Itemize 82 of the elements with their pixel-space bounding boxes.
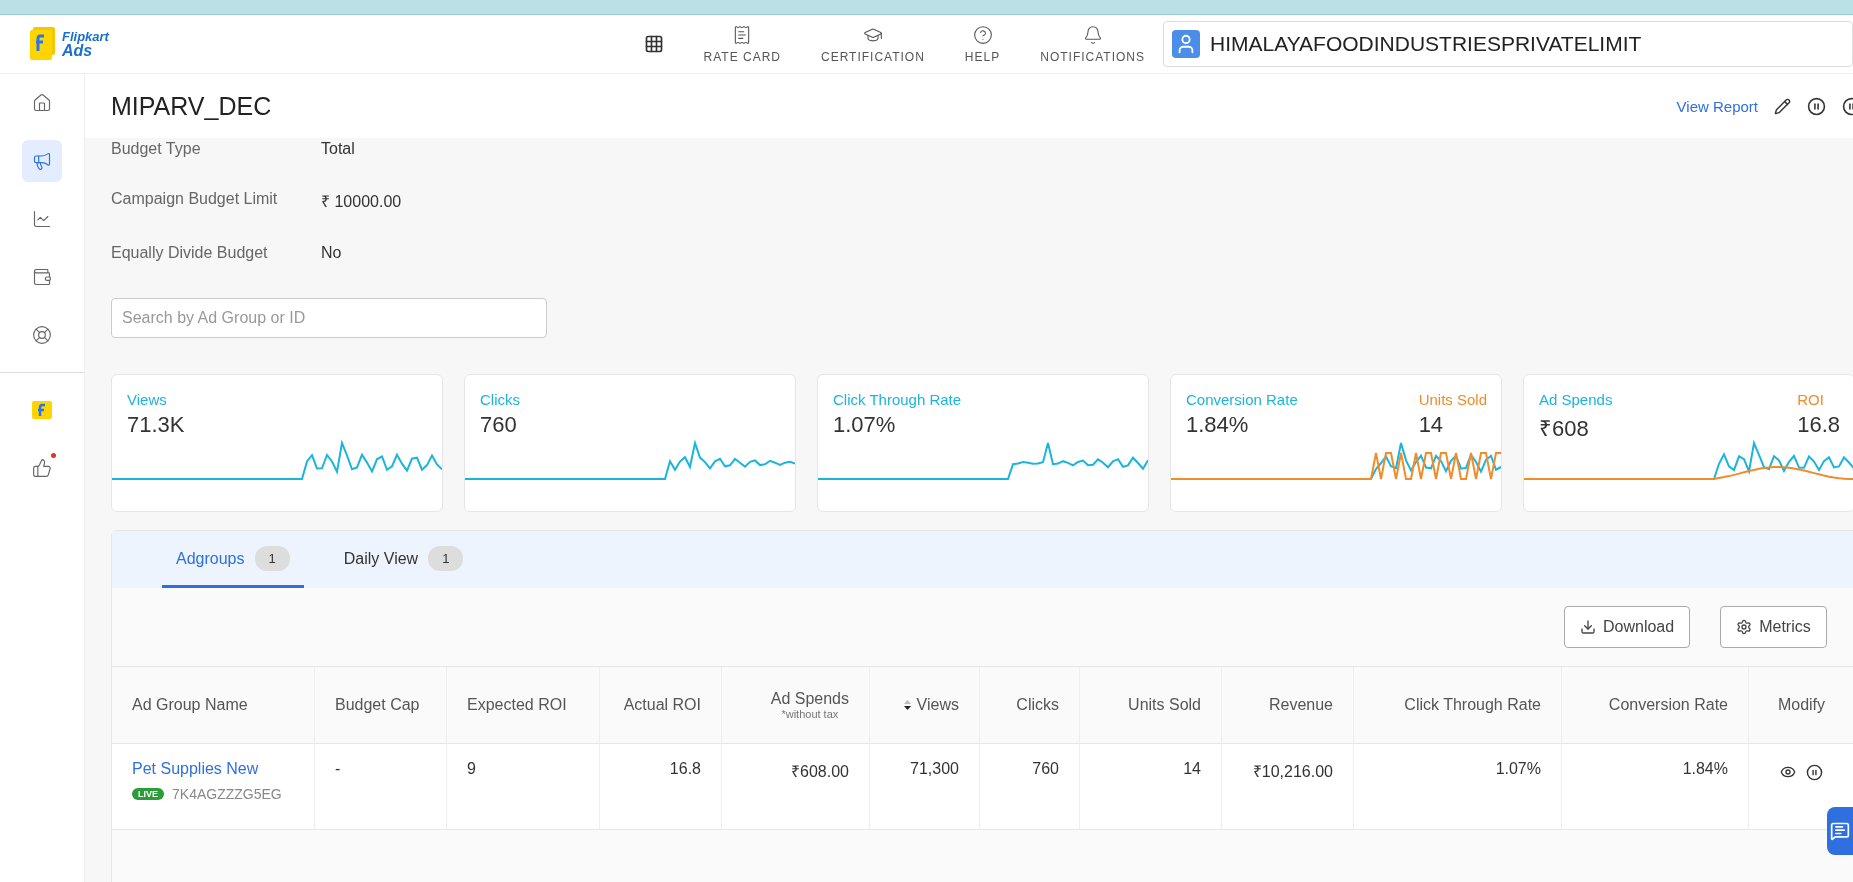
campaign-nav-button[interactable]	[22, 140, 62, 182]
view-icon[interactable]	[1780, 764, 1796, 780]
metric-value: ₹608	[1539, 415, 1589, 442]
column-header[interactable]: Views	[870, 666, 980, 744]
metric-value: 16.8	[1797, 412, 1840, 438]
column-header: Modify	[1749, 666, 1853, 744]
status-badge: LIVE	[132, 788, 164, 800]
nav-button[interactable]: HELP	[964, 24, 1001, 64]
detail-value: Total	[321, 140, 356, 158]
nav-button[interactable]: CERTIFICATION	[820, 24, 925, 64]
table-cell: 16.8	[600, 744, 722, 830]
column-title: Ad Spends	[770, 690, 849, 708]
detail-label: Budget Type	[111, 140, 202, 158]
campaign-icon	[32, 151, 52, 171]
metric-value: 760	[480, 412, 517, 438]
download-button[interactable]: Download	[1564, 606, 1691, 648]
metric-label: Views	[127, 391, 167, 408]
table-cell: 1.07%	[1354, 744, 1562, 830]
apps-grid-icon[interactable]	[643, 34, 664, 54]
detail-value: No	[321, 244, 343, 262]
support-icon	[32, 325, 52, 345]
logo-text: Flipkart	[62, 29, 109, 43]
column-header: Revenue	[1222, 666, 1354, 744]
chat-button[interactable]	[1827, 807, 1853, 855]
column-header: Conversion Rate	[1562, 666, 1749, 744]
settings-icon	[1736, 619, 1753, 635]
pause-icon[interactable]	[1806, 764, 1823, 781]
campaign-title: MIPARV_DEC	[111, 91, 272, 121]
tab[interactable]: Adgroups 1	[162, 544, 304, 588]
edit-icon[interactable]	[1774, 97, 1791, 115]
table-cell: -	[315, 744, 447, 830]
chat-icon	[1830, 821, 1850, 841]
tab[interactable]: Daily View 1	[329, 544, 478, 588]
flipkart-logo-icon	[32, 401, 52, 419]
count-badge: 1	[428, 546, 464, 571]
reports-icon	[32, 209, 52, 229]
ad-group-id: 7K4AGZZZG5EG	[172, 786, 282, 802]
download-icon	[1580, 619, 1596, 635]
column-header: Ad Group Name	[112, 666, 315, 744]
user-icon	[1172, 30, 1200, 58]
table-cell: 760	[980, 744, 1080, 830]
nav-button[interactable]: NOTIFICATIONS	[1040, 24, 1145, 64]
count-badge: 1	[254, 546, 290, 571]
table-cell: ₹608.00	[722, 744, 870, 830]
metric-value: 14	[1418, 412, 1444, 438]
detail-value: ₹ 10000.00	[321, 192, 403, 212]
metric-label: Ad Spends	[1539, 391, 1613, 408]
metric-label: Conversion Rate	[1186, 391, 1298, 408]
table-cell: 71,300	[870, 744, 980, 830]
metric-value: 71.3K	[127, 412, 185, 438]
home-icon	[32, 93, 52, 113]
ad-group-link[interactable]: Pet Supplies New	[132, 760, 314, 778]
table-cell: 14	[1080, 744, 1222, 830]
table-cell: ₹10,216.00	[1222, 744, 1354, 830]
wallet-icon	[32, 267, 52, 287]
detail-label: Equally Divide Budget	[111, 244, 269, 262]
metric-label: Click Through Rate	[833, 391, 962, 408]
column-header: Expected ROI	[447, 666, 600, 744]
column-header: Budget Cap	[315, 666, 447, 744]
metric-label: Clicks	[480, 391, 520, 408]
view-report-link[interactable]: View Report	[1676, 97, 1758, 115]
bell-icon	[1082, 24, 1103, 45]
column-note: *without tax	[781, 708, 839, 720]
search-field[interactable]: Search by Ad Group or ID	[111, 298, 547, 338]
column-header: Clicks	[980, 666, 1080, 744]
account-selector[interactable]: HIMALAYAFOODINDUSTRIESPRIVATELIMIT	[1163, 21, 1853, 67]
flipkart-logo-icon	[28, 27, 58, 61]
nav-button[interactable]: RATE CARD	[703, 24, 781, 64]
table-cell: 9	[447, 744, 600, 830]
detail-label: Campaign Budget Limit	[111, 190, 279, 209]
help-icon	[972, 24, 993, 45]
metric-label: Units Sold	[1418, 391, 1487, 408]
thumbs-up-icon	[32, 458, 52, 478]
column-header: Units Sold	[1080, 666, 1222, 744]
metric-label: ROI	[1797, 391, 1824, 408]
metric-value: 1.07%	[833, 412, 896, 438]
metrics-button[interactable]: Metrics	[1720, 606, 1827, 648]
table-cell: 1.84%	[1562, 744, 1749, 830]
metric-value: 1.84%	[1186, 412, 1249, 438]
pause-icon[interactable]	[1807, 96, 1826, 116]
column-header: Actual ROI	[600, 666, 722, 744]
column-header: Click Through Rate	[1354, 666, 1562, 744]
